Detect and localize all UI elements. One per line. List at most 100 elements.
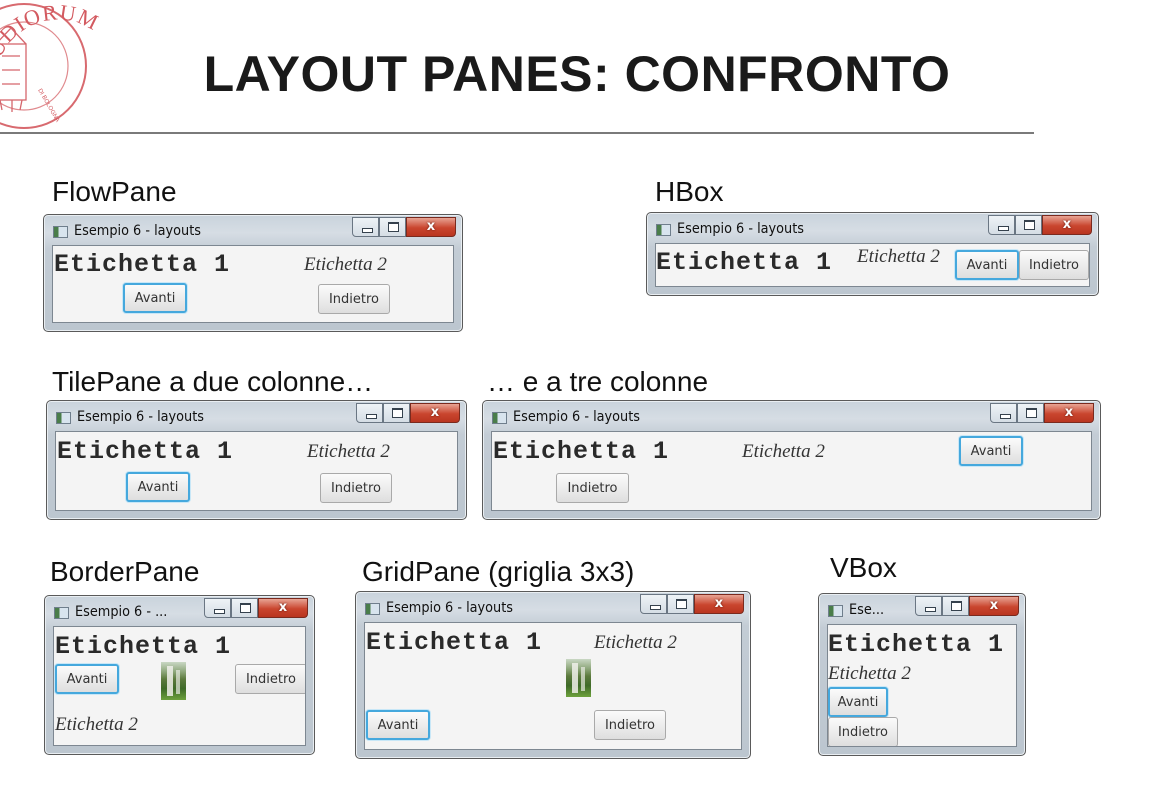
close-icon: x [278, 600, 288, 615]
vbox-label: VBox [830, 552, 897, 583]
app-icon [54, 607, 69, 619]
label-etichetta-1: Etichetta 1 [366, 628, 543, 657]
maximize-button[interactable] [383, 403, 410, 423]
close-button[interactable]: x [694, 594, 744, 614]
minimize-icon [362, 228, 373, 233]
maximize-icon [1026, 408, 1037, 418]
label-etichetta-2: Etichetta 2 [828, 663, 911, 684]
window-title: Esempio 6 - ... [75, 604, 168, 620]
tilepane-two-columns-label: TilePane a due colonne… [52, 366, 374, 397]
close-button[interactable]: x [410, 403, 460, 423]
indietro-button[interactable]: Indietro [594, 710, 666, 740]
minimize-icon [1000, 414, 1011, 419]
app-icon [365, 603, 380, 615]
tilepane-three-columns-label: … e a tre colonne [487, 366, 709, 397]
indietro-button[interactable]: Indietro [235, 664, 305, 694]
window-titlebar[interactable]: Esempio 6 - layouts x [356, 592, 750, 622]
maximize-button[interactable] [1017, 403, 1044, 423]
close-button[interactable]: x [1042, 215, 1092, 235]
window-titlebar[interactable]: Ese... x [819, 594, 1025, 624]
close-icon: x [1062, 217, 1072, 232]
indietro-button[interactable]: Indietro [1019, 250, 1089, 280]
hbox-window: Esempio 6 - layouts x Etichetta 1 Etiche… [646, 212, 1099, 296]
avanti-button[interactable]: Avanti [123, 283, 187, 313]
close-button[interactable]: x [406, 217, 456, 237]
minimize-button[interactable] [204, 598, 231, 618]
minimize-button[interactable] [988, 215, 1015, 235]
minimize-icon [650, 605, 661, 610]
close-button[interactable]: x [1044, 403, 1094, 423]
close-button[interactable]: x [969, 596, 1019, 616]
hbox-label: HBox [655, 176, 724, 207]
maximize-button[interactable] [1015, 215, 1042, 235]
close-icon: x [714, 596, 724, 611]
avanti-button[interactable]: Avanti [955, 250, 1019, 280]
window-title: Esempio 6 - layouts [677, 221, 804, 237]
borderpane-window: Esempio 6 - ... x Etichetta 1 Avanti Ind… [44, 595, 315, 755]
label-etichetta-2: Etichetta 2 [742, 441, 825, 462]
close-icon: x [426, 219, 436, 234]
maximize-button[interactable] [231, 598, 258, 618]
slide-title: LAYOUT PANES: CONFRONTO [203, 46, 951, 102]
indietro-button[interactable]: Indietro [828, 717, 898, 746]
gridpane-window: Esempio 6 - layouts x Etichetta 1 Etiche… [355, 591, 751, 759]
window-titlebar[interactable]: Esempio 6 - layouts x [44, 215, 462, 245]
close-button[interactable]: x [258, 598, 308, 618]
maximize-button[interactable] [667, 594, 694, 614]
avanti-button[interactable]: Avanti [55, 664, 119, 694]
avanti-button[interactable]: Avanti [959, 436, 1023, 466]
window-content: Etichetta 1 Avanti Indietro Etichetta 2 [53, 626, 306, 746]
label-etichetta-2: Etichetta 2 [304, 254, 387, 275]
window-title: Esempio 6 - layouts [77, 409, 204, 425]
label-etichetta-2: Etichetta 2 [857, 246, 940, 267]
maximize-icon [1024, 220, 1035, 230]
avanti-button[interactable]: Avanti [366, 710, 430, 740]
window-title: Esempio 6 - layouts [386, 600, 513, 616]
app-icon [53, 226, 68, 238]
app-icon [828, 605, 843, 617]
label-etichetta-1: Etichetta 1 [54, 250, 231, 279]
maximize-icon [388, 222, 399, 232]
close-icon: x [430, 405, 440, 420]
label-etichetta-2: Etichetta 2 [55, 714, 138, 735]
minimize-button[interactable] [356, 403, 383, 423]
tree-photo-image [161, 662, 186, 700]
label-etichetta-1: Etichetta 1 [55, 632, 232, 661]
minimize-button[interactable] [352, 217, 379, 237]
window-titlebar[interactable]: Esempio 6 - layouts x [647, 213, 1098, 243]
app-icon [656, 224, 671, 236]
flowpane-window: Esempio 6 - layouts x Etichetta 1 Etiche… [43, 214, 463, 332]
app-icon [492, 412, 507, 424]
window-content: Etichetta 1 Etichetta 2 Avanti Indietro [55, 431, 458, 511]
vbox-window: Ese... x Etichetta 1 Etichetta 2 Avanti … [818, 593, 1026, 756]
maximize-button[interactable] [942, 596, 969, 616]
indietro-button[interactable]: Indietro [320, 473, 392, 503]
maximize-icon [676, 599, 687, 609]
minimize-button[interactable] [640, 594, 667, 614]
borderpane-label: BorderPane [50, 556, 200, 587]
window-content: Etichetta 1 Etichetta 2 Avanti Indietro [655, 243, 1090, 287]
gridpane-label: GridPane (griglia 3x3) [362, 556, 635, 587]
tree-photo-image [566, 659, 591, 697]
avanti-button[interactable]: Avanti [828, 687, 888, 717]
label-etichetta-2: Etichetta 2 [594, 632, 677, 653]
indietro-button[interactable]: Indietro [318, 284, 390, 314]
window-titlebar[interactable]: Esempio 6 - ... x [45, 596, 314, 626]
label-etichetta-1: Etichetta 1 [493, 437, 670, 466]
avanti-button[interactable]: Avanti [126, 472, 190, 502]
label-etichetta-1: Etichetta 1 [828, 630, 1005, 659]
window-content: Etichetta 1 Etichetta 2 Avanti Indietro [52, 245, 454, 323]
title-divider [0, 132, 1034, 134]
minimize-icon [214, 609, 225, 614]
window-content: Etichetta 1 Etichetta 2 Avanti Indietro [827, 624, 1017, 747]
window-titlebar[interactable]: Esempio 6 - layouts x [47, 401, 466, 431]
label-etichetta-1: Etichetta 1 [57, 437, 234, 466]
window-titlebar[interactable]: Esempio 6 - layouts x [483, 401, 1100, 431]
maximize-button[interactable] [379, 217, 406, 237]
minimize-button[interactable] [915, 596, 942, 616]
close-icon: x [1064, 405, 1074, 420]
indietro-button[interactable]: Indietro [556, 473, 629, 503]
tilepane-three-columns-window: Esempio 6 - layouts x Etichetta 1 Etiche… [482, 400, 1101, 520]
minimize-button[interactable] [990, 403, 1017, 423]
minimize-icon [998, 226, 1009, 231]
